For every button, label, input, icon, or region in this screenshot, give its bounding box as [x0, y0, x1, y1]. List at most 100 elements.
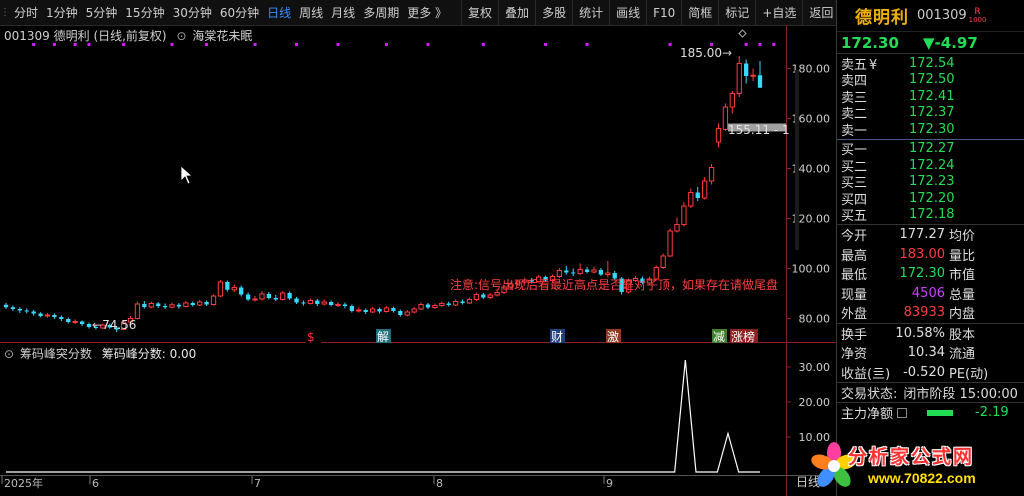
candle-body[interactable]: [425, 304, 431, 308]
bid-row[interactable]: 买四 172.20: [837, 190, 1024, 208]
bid-row[interactable]: 买一 172.27: [837, 141, 1024, 158]
kline-chart-area[interactable]: 80.00 100.00 120.00 140.00 160.00 180.00 $ 解财激减…: [0, 26, 836, 496]
candle-body[interactable]: [204, 302, 209, 305]
ask-row[interactable]: 卖二 172.37: [837, 105, 1024, 122]
candle-body[interactable]: [183, 302, 189, 307]
candle-body[interactable]: [708, 167, 715, 182]
candle-body[interactable]: [681, 205, 687, 225]
candle-body[interactable]: [481, 294, 486, 298]
candle-body[interactable]: [280, 292, 286, 300]
mini-scroll-track[interactable]: [795, 70, 799, 250]
candle-body[interactable]: [377, 309, 382, 312]
candle-body[interactable]: [432, 305, 438, 308]
candle-body[interactable]: [418, 304, 424, 310]
candle-body[interactable]: [225, 282, 230, 290]
toolbar-grip-icon[interactable]: ⋮: [0, 0, 10, 26]
candle-body[interactable]: [383, 307, 390, 312]
candle-body[interactable]: [31, 311, 36, 314]
timeframe-tab[interactable]: 15分钟: [121, 0, 168, 26]
candle-body[interactable]: [66, 319, 71, 322]
timeframe-tab[interactable]: 60分钟: [216, 0, 263, 26]
candle-body[interactable]: [487, 294, 493, 298]
candle-body[interactable]: [571, 272, 576, 274]
candle-body[interactable]: [460, 301, 465, 304]
timeframe-tab[interactable]: 分时: [10, 0, 42, 26]
indicator-name[interactable]: 海棠花未眠: [192, 29, 252, 43]
sub-indicator-collapse-icon[interactable]: ⊙: [4, 347, 14, 361]
bid-row[interactable]: 买三 172.23: [837, 174, 1024, 191]
toolbar-tool-button[interactable]: 叠加: [498, 0, 535, 26]
candle-body[interactable]: [702, 180, 708, 199]
candle-body[interactable]: [142, 304, 147, 307]
candle-body[interactable]: [156, 303, 161, 307]
toolbar-tool-button[interactable]: 返回: [802, 0, 839, 26]
candle-body[interactable]: [239, 287, 244, 295]
toolbar-tool-button[interactable]: 画线: [609, 0, 646, 26]
bid-row[interactable]: 买五 172.18: [837, 207, 1024, 224]
candle-body[interactable]: [369, 308, 376, 313]
toolbar-tool-button[interactable]: 标记: [718, 0, 755, 26]
toolbar-tool-button[interactable]: +自选: [755, 0, 802, 26]
ask-row[interactable]: 卖四 172.50: [837, 72, 1024, 89]
candle-body[interactable]: [252, 298, 258, 301]
candle-body[interactable]: [342, 304, 348, 307]
timeframe-tab[interactable]: 30分钟: [169, 0, 216, 26]
candle-body[interactable]: [363, 310, 368, 312]
candle-body[interactable]: [688, 192, 694, 207]
chart-mini-scrollbar[interactable]: [792, 70, 802, 250]
candle-body[interactable]: [584, 269, 590, 273]
candle-body[interactable]: [591, 269, 597, 273]
candle-body[interactable]: [404, 311, 410, 316]
timeframe-tab[interactable]: 月线: [327, 0, 359, 26]
sub-indicator-name[interactable]: 筹码峰突分数: [20, 347, 92, 361]
candle-body[interactable]: [10, 307, 16, 309]
candle-body[interactable]: [736, 63, 742, 94]
candle-body[interactable]: [660, 255, 666, 268]
candle-body[interactable]: [86, 324, 92, 327]
candle-body[interactable]: [398, 311, 403, 315]
candle-body[interactable]: [598, 270, 604, 275]
candle-body[interactable]: [24, 310, 29, 312]
candle-body[interactable]: [162, 306, 168, 308]
candle-body[interactable]: [744, 63, 749, 77]
ask-row[interactable]: 卖五 ¥172.54: [837, 55, 1024, 73]
ask-row[interactable]: 卖三 172.41: [837, 88, 1024, 106]
candle-body[interactable]: [349, 306, 355, 311]
candle-body[interactable]: [190, 303, 195, 305]
period-label-bottom[interactable]: 日线: [796, 473, 820, 490]
candle-body[interactable]: [356, 309, 362, 312]
candle-body[interactable]: [674, 224, 680, 232]
stock-name[interactable]: 德明利: [855, 3, 909, 28]
candle-body[interactable]: [259, 293, 265, 300]
candle-body[interactable]: [722, 106, 729, 130]
candle-body[interactable]: [245, 294, 251, 300]
candle-body[interactable]: [217, 281, 224, 297]
toolbar-tool-button[interactable]: 复权: [461, 0, 498, 26]
candle-body[interactable]: [335, 304, 341, 306]
toolbar-tool-button[interactable]: 简框: [681, 0, 718, 26]
candle-body[interactable]: [44, 314, 51, 317]
candle-body[interactable]: [266, 294, 272, 298]
indicator-collapse-icon[interactable]: ⊙: [176, 29, 186, 43]
candle-body[interactable]: [79, 321, 85, 325]
ask-row[interactable]: 卖一 172.30: [837, 121, 1024, 139]
timeframe-tab[interactable]: 1分钟: [42, 0, 82, 26]
candle-body[interactable]: [148, 303, 154, 308]
candle-body[interactable]: [134, 303, 141, 319]
candle-body[interactable]: [197, 301, 203, 306]
candle-body[interactable]: [231, 287, 237, 291]
candle-body[interactable]: [466, 299, 473, 304]
toolbar-tool-button[interactable]: 统计: [572, 0, 609, 26]
candle-body[interactable]: [715, 128, 722, 143]
candle-body[interactable]: [307, 300, 314, 304]
candle-body[interactable]: [176, 304, 182, 307]
toolbar-tool-button[interactable]: 多股: [535, 0, 572, 26]
candle-body[interactable]: [294, 298, 299, 303]
candle-body[interactable]: [72, 321, 78, 323]
candle-body[interactable]: [577, 269, 583, 274]
candle-body[interactable]: [452, 301, 459, 306]
candle-body[interactable]: [287, 293, 292, 299]
candle-body[interactable]: [59, 317, 64, 319]
candle-body[interactable]: [52, 315, 57, 317]
timeframe-tab[interactable]: 多周期: [359, 0, 403, 26]
